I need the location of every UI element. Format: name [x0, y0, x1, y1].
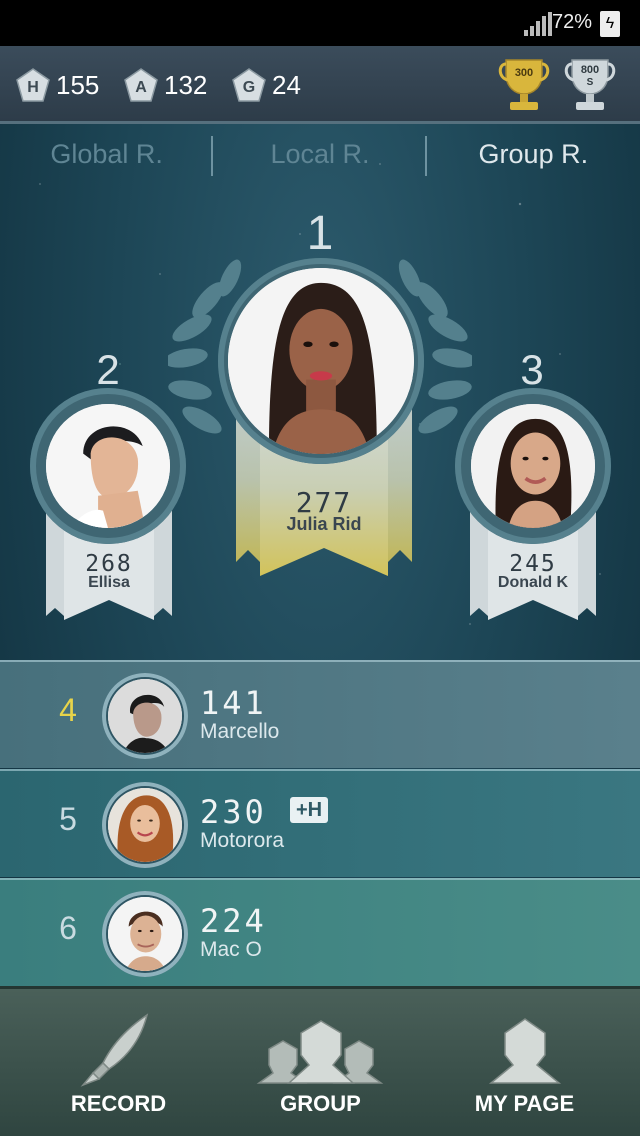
podium-rank-2: 2: [96, 346, 120, 393]
group-icon: [256, 1020, 383, 1084]
nav-my-page-label: MY PAGE: [474, 1091, 575, 1116]
svg-text:A: A: [135, 79, 147, 96]
podium-rank-3: 3: [520, 346, 544, 393]
currency-h[interactable]: H 155: [16, 60, 99, 110]
status-bar: 72% ϟ: [0, 0, 640, 46]
avatar-mac-o[interactable]: [108, 897, 182, 971]
row-rank: 4: [59, 692, 77, 728]
row-rank: 5: [59, 801, 77, 837]
svg-text:800: 800: [581, 64, 599, 76]
tab-group-ranking[interactable]: Group R.: [427, 126, 640, 182]
gold-trophy-icon[interactable]: 300: [496, 56, 552, 114]
tab-global-ranking[interactable]: Global R.: [0, 126, 213, 182]
podium-name-1: Julia Rid: [286, 514, 362, 534]
list-item-rank-4[interactable]: 4 141 Marcello: [0, 660, 640, 768]
ranking-list: 4 141 Marcello 5 230 +H Motorora 6 224 M…: [0, 660, 640, 986]
svg-text:300: 300: [515, 67, 533, 79]
podium-score-3: 245: [509, 551, 557, 577]
signal-icon: [524, 12, 552, 36]
avatar-donald-k[interactable]: [471, 404, 595, 528]
avatar-motorora[interactable]: [108, 788, 182, 862]
ranking-tabs: Global R. Local R. Group R.: [0, 126, 640, 182]
list-item-rank-6[interactable]: 6 224 Mac O: [0, 878, 640, 986]
bonus-badge: +H: [290, 797, 329, 823]
bottom-nav: RECORD GROUP MY PAGE: [0, 986, 640, 1136]
row-rank: 6: [59, 910, 77, 946]
podium-rank-1: 1: [306, 207, 334, 260]
nav-record-label: RECORD: [70, 1091, 167, 1116]
avatar-marcello[interactable]: [108, 679, 182, 753]
list-item-rank-5[interactable]: 5 230 +H Motorora: [0, 769, 640, 877]
battery-percent: 72%: [551, 11, 592, 33]
tab-divider: [211, 136, 213, 176]
svg-text:H: H: [27, 79, 39, 96]
row-name: Motorora: [200, 829, 285, 852]
avatar-ellisa[interactable]: [46, 404, 170, 528]
podium-score-2: 268: [85, 551, 133, 577]
app-root: 72% ϟ H 155 A 132 G 24 300 800 S Global …: [0, 0, 640, 1136]
currency-g[interactable]: G 24: [232, 60, 301, 110]
podium-name-3: Donald K: [497, 574, 569, 591]
currency-g-value: 24: [272, 69, 301, 100]
row-name: Mac O: [200, 938, 262, 961]
nav-group[interactable]: GROUP: [214, 989, 427, 1136]
nav-group-label: GROUP: [280, 1091, 361, 1116]
currency-header: H 155 A 132 G 24 300 800 S: [0, 46, 640, 124]
gem-a-icon: A: [124, 68, 158, 102]
currency-a[interactable]: A 132: [124, 60, 207, 110]
avatar-julia-rid[interactable]: [228, 268, 414, 454]
row-score: 230: [200, 793, 267, 831]
silver-trophy-icon[interactable]: 800 S: [562, 56, 618, 114]
row-score: 141: [200, 684, 267, 722]
svg-text:S: S: [587, 77, 594, 88]
nav-record[interactable]: RECORD: [12, 989, 225, 1136]
gem-h-icon: H: [16, 68, 50, 102]
tab-local-ranking[interactable]: Local R.: [213, 126, 426, 182]
gem-g-icon: G: [232, 68, 266, 102]
podium-name-2: Ellisa: [88, 574, 130, 591]
svg-text:G: G: [243, 79, 255, 96]
currency-a-value: 132: [164, 69, 208, 100]
row-name: Marcello: [200, 720, 280, 743]
battery-charging-icon: ϟ: [600, 11, 620, 37]
tab-divider: [425, 136, 427, 176]
nav-my-page[interactable]: MY PAGE: [418, 989, 631, 1136]
row-score: 224: [200, 902, 267, 940]
person-icon: [488, 1018, 561, 1084]
quill-icon: [80, 1013, 148, 1087]
currency-h-value: 155: [56, 69, 100, 100]
